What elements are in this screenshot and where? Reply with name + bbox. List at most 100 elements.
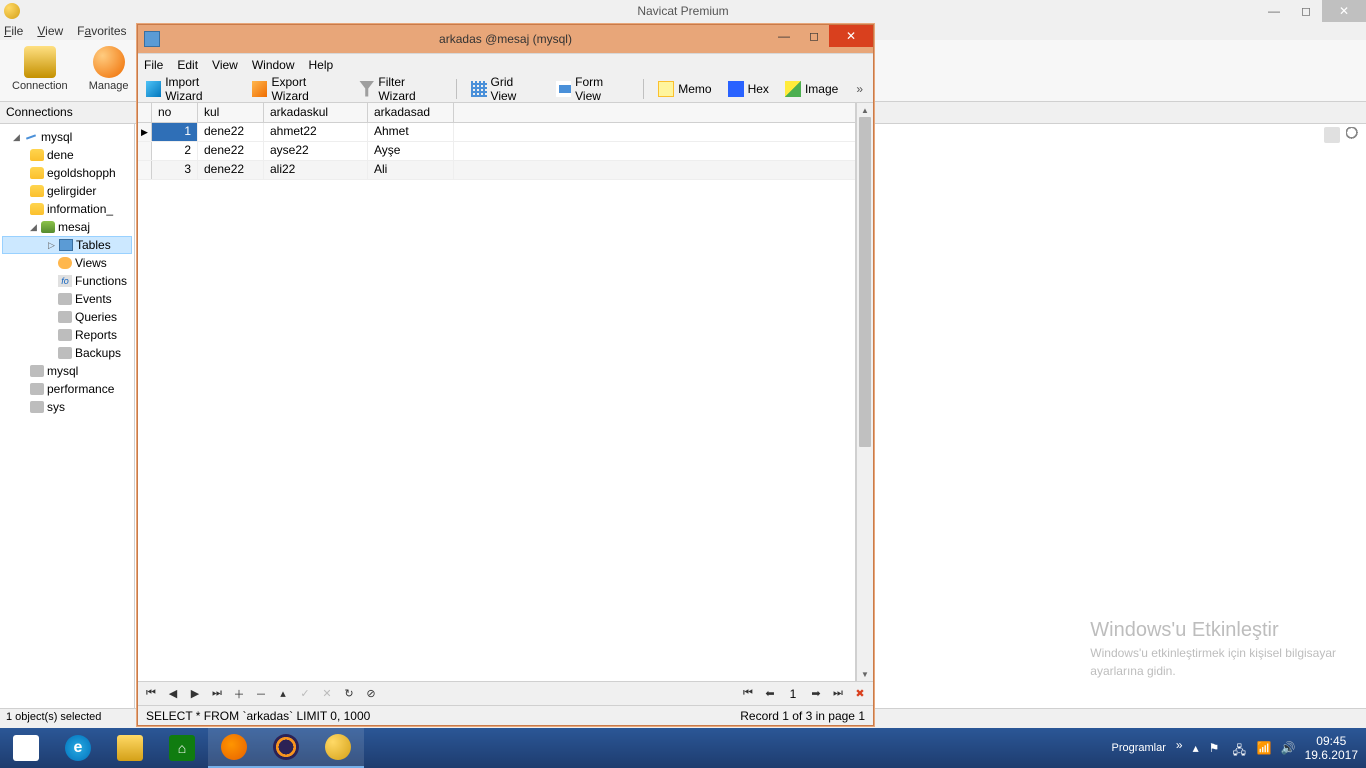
column-header-kul[interactable]: kul xyxy=(198,103,264,122)
tray-clock[interactable]: 09:45 19.6.2017 xyxy=(1305,734,1358,763)
export-wizard-button[interactable]: Export Wizard xyxy=(248,73,347,105)
cell-arkadaskul[interactable]: ahmet22 xyxy=(264,123,368,141)
nav-refresh-button[interactable]: ↻ xyxy=(342,687,356,701)
nav-first-button[interactable]: ⏮ xyxy=(144,687,158,701)
tree-db-mysql-sys[interactable]: mysql xyxy=(2,362,132,380)
grid-view-button[interactable]: Grid View xyxy=(467,73,543,105)
main-close-button[interactable]: ✕ xyxy=(1322,0,1366,22)
nav-edit-button[interactable]: ▴ xyxy=(276,687,290,701)
tray-network-icon[interactable]: 🖧 xyxy=(1233,741,1247,755)
nav-delete-button[interactable]: － xyxy=(254,687,268,701)
tree-db-mesaj[interactable]: ◢mesaj xyxy=(2,218,132,236)
row-pointer[interactable] xyxy=(138,161,152,179)
search-icon[interactable] xyxy=(1346,127,1362,143)
cell-arkadasad[interactable]: Ahmet xyxy=(368,123,454,141)
child-menu-edit[interactable]: Edit xyxy=(177,58,198,72)
view-mode-icon[interactable] xyxy=(1324,127,1340,143)
cell-arkadaskul[interactable]: ali22 xyxy=(264,161,368,179)
child-menu-file[interactable]: File xyxy=(144,58,163,72)
cell-kul[interactable]: dene22 xyxy=(198,142,264,160)
page-prev-button[interactable]: ⬅ xyxy=(763,687,777,701)
tree-db-egoldshopph[interactable]: egoldshopph xyxy=(2,164,132,182)
cell-kul[interactable]: dene22 xyxy=(198,161,264,179)
main-minimize-button[interactable]: — xyxy=(1258,0,1290,22)
nav-stop-button[interactable]: ⊘ xyxy=(364,687,378,701)
row-selector-header[interactable] xyxy=(138,103,152,122)
memo-button[interactable]: Memo xyxy=(654,79,715,99)
row-pointer[interactable] xyxy=(138,142,152,160)
tray-chevron-icon[interactable]: ▴ xyxy=(1193,741,1199,755)
tree-reports[interactable]: Reports xyxy=(2,326,132,344)
tree-db-gelirgider[interactable]: gelirgider xyxy=(2,182,132,200)
cell-no[interactable]: 2 xyxy=(152,142,198,160)
image-button[interactable]: Image xyxy=(781,79,842,99)
tree-events[interactable]: Events xyxy=(2,290,132,308)
scroll-down-icon[interactable]: ▼ xyxy=(857,667,873,681)
nav-prev-button[interactable]: ◀ xyxy=(166,687,180,701)
taskbar-eclipse-button[interactable] xyxy=(260,728,312,768)
tree-queries[interactable]: Queries xyxy=(2,308,132,326)
page-first-button[interactable]: ⏮ xyxy=(741,687,755,701)
child-menu-help[interactable]: Help xyxy=(309,58,334,72)
scrollbar-thumb[interactable] xyxy=(859,117,871,447)
tree-db-performance[interactable]: performance xyxy=(2,380,132,398)
tray-wifi-icon[interactable]: 📶 xyxy=(1257,741,1271,755)
page-next-button[interactable]: ➡ xyxy=(809,687,823,701)
cell-kul[interactable]: dene22 xyxy=(198,123,264,141)
nav-next-button[interactable]: ▶ xyxy=(188,687,202,701)
nav-cancel-button[interactable]: ✕ xyxy=(320,687,334,701)
tree-backups[interactable]: Backups xyxy=(2,344,132,362)
expander-icon[interactable]: ◢ xyxy=(29,223,38,232)
tree-db-sys[interactable]: sys xyxy=(2,398,132,416)
toolbar-manage-button[interactable]: Manage xyxy=(82,44,136,94)
nav-last-button[interactable]: ⏭ xyxy=(210,687,224,701)
row-pointer[interactable]: ▶ xyxy=(138,123,152,141)
expander-icon[interactable]: ◢ xyxy=(12,133,21,142)
form-view-button[interactable]: Form View xyxy=(552,73,634,105)
tree-db-dene[interactable]: dene xyxy=(2,146,132,164)
cell-no[interactable]: 3 xyxy=(152,161,198,179)
tray-volume-icon[interactable]: 🔊 xyxy=(1281,741,1295,755)
column-header-arkadasad[interactable]: arkadasad xyxy=(368,103,454,122)
column-header-no[interactable]: no xyxy=(152,103,198,122)
import-wizard-button[interactable]: Import Wizard xyxy=(142,73,240,105)
tree-views[interactable]: Views xyxy=(2,254,132,272)
menu-favorites[interactable]: Favorites xyxy=(77,24,126,38)
cell-arkadaskul[interactable]: ayse22 xyxy=(264,142,368,160)
tree-tables[interactable]: ▷Tables xyxy=(2,236,132,254)
child-menu-view[interactable]: View xyxy=(212,58,238,72)
start-button[interactable] xyxy=(0,728,52,768)
page-settings-button[interactable]: ✖ xyxy=(853,687,867,701)
page-last-button[interactable]: ⏭ xyxy=(831,687,845,701)
child-titlebar[interactable]: arkadas @mesaj (mysql) — ◻ ✕ xyxy=(138,25,873,53)
menu-view[interactable]: View xyxy=(37,24,63,38)
vertical-scrollbar[interactable]: ▲ ▼ xyxy=(856,103,873,681)
scroll-up-icon[interactable]: ▲ xyxy=(857,103,873,117)
tree-connection-mysql[interactable]: ◢ mysql xyxy=(2,128,132,146)
filter-wizard-button[interactable]: Filter Wizard xyxy=(355,73,446,105)
cell-no[interactable]: 1 xyxy=(152,123,198,141)
taskbar-ie-button[interactable] xyxy=(52,728,104,768)
child-minimize-button[interactable]: — xyxy=(769,25,799,47)
child-close-button[interactable]: ✕ xyxy=(829,25,873,47)
taskbar-navicat-button[interactable] xyxy=(312,728,364,768)
nav-add-button[interactable]: ＋ xyxy=(232,687,246,701)
tray-programs-label[interactable]: Programlar xyxy=(1111,742,1165,754)
cell-arkadasad[interactable]: Ayşe xyxy=(368,142,454,160)
toolbar-connection-button[interactable]: Connection xyxy=(8,44,72,94)
cell-arkadasad[interactable]: Ali xyxy=(368,161,454,179)
child-maximize-button[interactable]: ◻ xyxy=(799,25,829,47)
child-menu-window[interactable]: Window xyxy=(252,58,295,72)
expander-icon[interactable]: ▷ xyxy=(47,241,56,250)
tray-flag-icon[interactable]: ⚑ xyxy=(1209,741,1223,755)
column-header-arkadaskul[interactable]: arkadaskul xyxy=(264,103,368,122)
table-row[interactable]: 2 dene22 ayse22 Ayşe xyxy=(138,142,855,161)
menu-file[interactable]: File xyxy=(4,24,23,38)
taskbar-explorer-button[interactable] xyxy=(104,728,156,768)
chevron-up-icon[interactable]: » xyxy=(1176,738,1183,752)
table-row[interactable]: 3 dene22 ali22 Ali xyxy=(138,161,855,180)
taskbar-firefox-button[interactable] xyxy=(208,728,260,768)
nav-post-button[interactable]: ✓ xyxy=(298,687,312,701)
hex-button[interactable]: Hex xyxy=(724,79,773,99)
table-row[interactable]: ▶ 1 dene22 ahmet22 Ahmet xyxy=(138,123,855,142)
